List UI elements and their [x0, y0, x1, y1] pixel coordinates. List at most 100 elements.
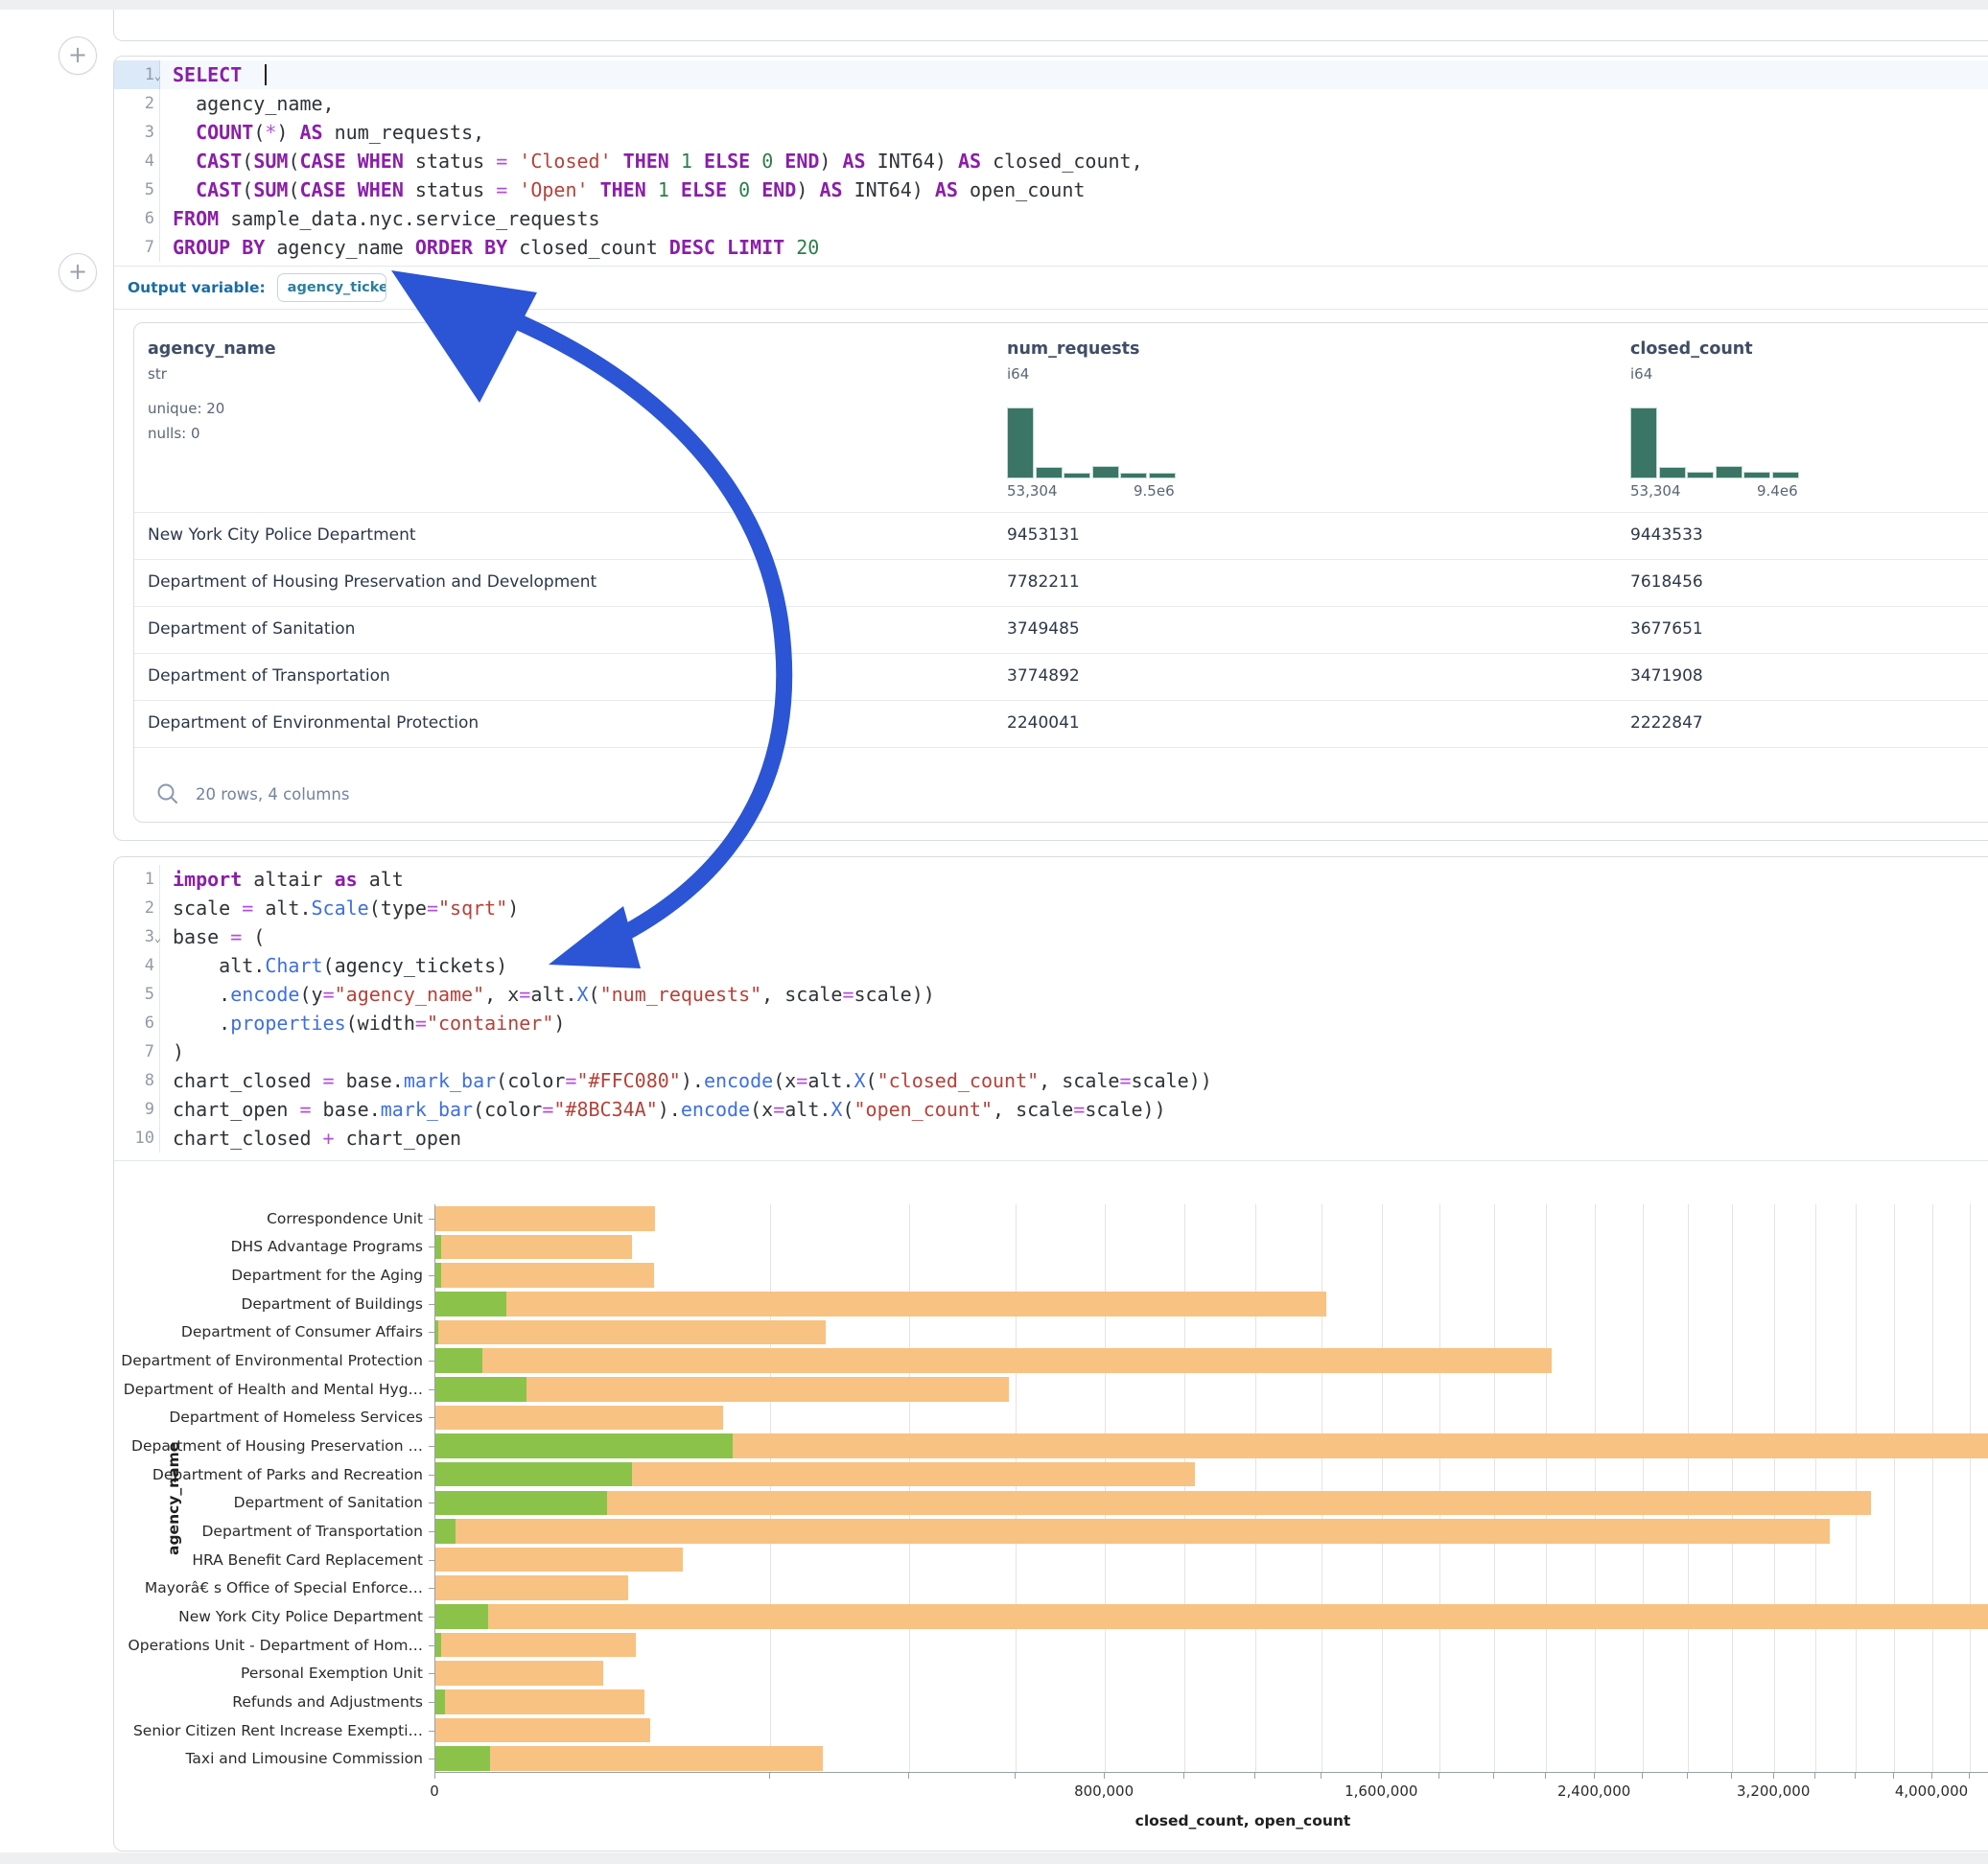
- y-axis-tick: [429, 1475, 434, 1476]
- python-code-editor[interactable]: 1import altair as alt2scale = alt.Scale(…: [114, 857, 1988, 1161]
- y-axis-tick: [429, 1673, 434, 1674]
- table-cell: 7782211: [1007, 559, 1080, 606]
- column-header-agency_name[interactable]: agency_name: [148, 339, 276, 359]
- y-axis-label: Department of Consumer Affairs: [114, 1323, 423, 1340]
- chart-gridline: [1856, 1204, 1857, 1772]
- python-line[interactable]: 10chart_closed + chart_open: [114, 1124, 1988, 1153]
- open-count-bar: [435, 1263, 441, 1288]
- chart-gridline: [1970, 1204, 1971, 1772]
- table-cell: Department of Environmental Protection: [148, 700, 479, 747]
- code-text: COUNT(*) AS num_requests,: [160, 118, 1988, 147]
- fold-chevron-down-icon[interactable]: ⌄: [154, 61, 161, 90]
- python-line[interactable]: 7): [114, 1037, 1988, 1066]
- search-icon[interactable]: [155, 781, 180, 806]
- line-number: 5: [114, 980, 160, 1009]
- closed-count-bar: [435, 1348, 1552, 1373]
- python-line[interactable]: 2scale = alt.Scale(type="sqrt"): [114, 894, 1988, 922]
- table-row[interactable]: Department of Housing Preservation and D…: [134, 559, 1988, 607]
- code-text: chart_closed + chart_open: [160, 1124, 1988, 1153]
- column-type: i64: [1630, 365, 1652, 383]
- y-axis-label: Department of Buildings: [114, 1295, 423, 1313]
- y-axis-label: Department of Housing Preservation …: [114, 1437, 423, 1455]
- x-axis-tick-label: 1,600,000: [1345, 1782, 1417, 1800]
- sql-line[interactable]: 7GROUP BY agency_name ORDER BY closed_co…: [114, 233, 1988, 262]
- table-cell: 7618456: [1630, 559, 1703, 606]
- previous-cell-fragment: [113, 10, 1988, 41]
- python-line[interactable]: 8chart_closed = base.mark_bar(color="#FF…: [114, 1066, 1988, 1095]
- python-line[interactable]: 3⌄base = (: [114, 922, 1988, 951]
- table-row[interactable]: New York City Police Department945313194…: [134, 512, 1988, 560]
- line-number: 1: [114, 865, 160, 894]
- code-text: SELECT: [160, 60, 1988, 89]
- y-axis-tick: [429, 1332, 434, 1333]
- output-variable-input[interactable]: agency_tickets: [277, 273, 386, 302]
- y-axis-label: Department of Sanitation: [114, 1494, 423, 1511]
- chart-gridline: [1815, 1204, 1816, 1772]
- chart-gridline: [1894, 1204, 1895, 1772]
- closed-count-bar: [435, 1633, 636, 1658]
- x-axis-tick: [1015, 1773, 1016, 1779]
- x-axis-tick-label: 2,400,000: [1557, 1782, 1630, 1800]
- sql-line[interactable]: 4 CAST(SUM(CASE WHEN status = 'Closed' T…: [114, 147, 1988, 175]
- sql-line[interactable]: 1⌄SELECT: [114, 60, 1988, 89]
- chart-y-axis-title: agency_name: [165, 1421, 182, 1555]
- line-number: 4: [114, 147, 160, 175]
- column-header-closed_count[interactable]: closed_count: [1630, 339, 1753, 359]
- python-line[interactable]: 1import altair as alt: [114, 865, 1988, 894]
- column-header-num_requests[interactable]: num_requests: [1007, 339, 1139, 359]
- y-axis-tick: [429, 1702, 434, 1703]
- closed-count-bar: [435, 1575, 628, 1600]
- y-axis-tick: [429, 1617, 434, 1618]
- line-number: 2: [114, 89, 160, 118]
- notebook-page: + + 1⌄SELECT 2 agency_name,3 COUNT(*) AS…: [0, 0, 1988, 1864]
- python-line[interactable]: 9chart_open = base.mark_bar(color="#8BC3…: [114, 1095, 1988, 1124]
- x-axis-tick: [1931, 1773, 1932, 1779]
- y-axis-label: Department for the Aging: [114, 1267, 423, 1284]
- chart-x-axis-title: closed_count, open_count: [1135, 1812, 1351, 1829]
- column-stat: unique: 20: [148, 400, 224, 417]
- sql-line[interactable]: 5 CAST(SUM(CASE WHEN status = 'Open' THE…: [114, 175, 1988, 204]
- add-cell-button-output[interactable]: +: [58, 253, 97, 291]
- chart-gridline: [1184, 1204, 1185, 1772]
- y-axis-label: Department of Parks and Recreation: [114, 1466, 423, 1483]
- add-cell-button-top[interactable]: +: [58, 36, 97, 75]
- open-count-bar: [435, 1633, 441, 1658]
- line-number: 5: [114, 175, 160, 204]
- fold-chevron-down-icon[interactable]: ⌄: [154, 923, 161, 952]
- line-number: 6: [114, 204, 160, 233]
- table-row[interactable]: Department of Transportation 3774892 34719…: [134, 653, 1988, 701]
- code-text: base = (: [160, 922, 1988, 951]
- x-axis-tick: [1493, 1773, 1494, 1779]
- x-axis-tick: [1814, 1773, 1815, 1779]
- table-cell: 3471908: [1630, 653, 1703, 700]
- x-axis-tick: [1438, 1773, 1439, 1779]
- line-number: 10: [114, 1124, 160, 1153]
- code-text: import altair as alt: [160, 865, 1988, 894]
- table-cell: Department of Transportation: [148, 653, 390, 700]
- y-axis-label: Department of Health and Mental Hyg…: [114, 1381, 423, 1398]
- sql-line[interactable]: 3 COUNT(*) AS num_requests,: [114, 118, 1988, 147]
- table-row[interactable]: Department of Environmental Protection22…: [134, 700, 1988, 748]
- x-axis-tick: [434, 1773, 435, 1779]
- python-line[interactable]: 5 .encode(y="agency_name", x=alt.X("num_…: [114, 980, 1988, 1009]
- sql-code-editor[interactable]: 1⌄SELECT 2 agency_name,3 COUNT(*) AS num…: [114, 57, 1988, 267]
- table-cell: 9453131: [1007, 512, 1080, 559]
- python-line[interactable]: 6 .properties(width="container"): [114, 1009, 1988, 1037]
- line-number: 3⌄: [114, 922, 160, 951]
- table-row[interactable]: Department of Sanitation37494853677651: [134, 606, 1988, 654]
- code-text: agency_name,: [160, 89, 1988, 118]
- open-count-bar: [435, 1462, 632, 1487]
- chart-gridline: [770, 1204, 771, 1772]
- result-table[interactable]: agency_namestrunique: 20nulls: 0num_requ…: [133, 322, 1988, 823]
- page-bottom-strip: [0, 1852, 1988, 1864]
- sql-line[interactable]: 2 agency_name,: [114, 89, 1988, 118]
- python-line[interactable]: 4 alt.Chart(agency_tickets): [114, 951, 1988, 980]
- text-cursor: [265, 64, 267, 85]
- table-cell: 3774892: [1007, 653, 1080, 700]
- sql-line[interactable]: 6FROM sample_data.nyc.service_requests: [114, 204, 1988, 233]
- line-number: 2: [114, 894, 160, 922]
- column-histogram: [1630, 408, 1803, 478]
- column-type: str: [148, 365, 167, 383]
- y-axis-label: New York City Police Department: [114, 1608, 423, 1625]
- open-count-bar: [435, 1746, 490, 1771]
